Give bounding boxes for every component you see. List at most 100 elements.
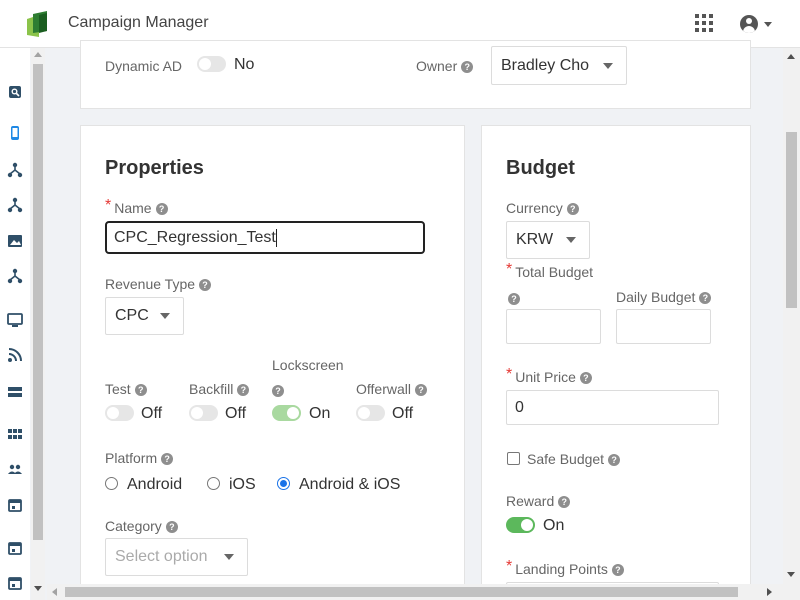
calendar-icon[interactable] — [7, 575, 23, 591]
help-icon[interactable]: ? — [161, 453, 174, 465]
properties-heading: Properties — [105, 157, 204, 179]
test-toggle[interactable] — [105, 405, 134, 421]
required-marker: * — [506, 366, 513, 383]
revenue-type-label: Revenue Type? — [105, 276, 212, 292]
lockscreen-value: On — [309, 405, 331, 422]
owner-label: Owner? — [416, 58, 474, 74]
help-icon[interactable]: ? — [608, 454, 621, 466]
name-input[interactable]: CPC_Regression_Test — [105, 221, 425, 254]
sidebar-scrollbar[interactable] — [31, 48, 45, 600]
budget-heading: Budget — [506, 157, 575, 179]
chevron-down-icon — [566, 237, 576, 243]
help-icon[interactable]: ? — [461, 61, 474, 73]
total-budget-input[interactable] — [506, 309, 601, 344]
image-icon[interactable] — [7, 233, 23, 249]
lockscreen-label: Lockscreen — [272, 357, 344, 373]
offerwall-label: Offerwall? — [356, 381, 427, 397]
help-icon[interactable]: ? — [237, 384, 250, 396]
chevron-down-icon — [160, 313, 170, 319]
search-icon[interactable] — [7, 84, 23, 100]
calendar-icon[interactable] — [7, 540, 23, 556]
scroll-up-arrow-icon[interactable] — [787, 54, 795, 59]
help-icon[interactable]: ? — [414, 384, 427, 396]
currency-label: Currency? — [506, 200, 579, 216]
dynamic-ad-label: Dynamic AD — [105, 58, 183, 74]
rss-icon[interactable] — [7, 347, 23, 363]
dynamic-ad-value: No — [234, 56, 255, 73]
category-select[interactable]: Select option — [105, 538, 248, 576]
unit-price-input[interactable]: 0 — [506, 390, 719, 425]
platform-ios-label: iOS — [229, 476, 256, 493]
scroll-down-arrow-icon[interactable] — [787, 572, 795, 577]
scrollbar-thumb[interactable] — [786, 132, 797, 308]
page-vertical-scrollbar[interactable] — [783, 48, 800, 584]
page-horizontal-scrollbar[interactable] — [47, 584, 800, 600]
test-label: Test? — [105, 381, 147, 397]
general-card: Dynamic AD No Owner? Bradley Cho — [80, 40, 751, 109]
revenue-type-value: CPC — [115, 307, 149, 324]
chevron-down-icon — [224, 554, 234, 560]
apps-grid-icon[interactable] — [695, 14, 713, 32]
sitemap-icon[interactable] — [7, 268, 23, 284]
category-label: Category? — [105, 518, 178, 534]
reward-toggle[interactable] — [506, 517, 535, 533]
offerwall-toggle[interactable] — [356, 405, 385, 421]
user-menu-button[interactable] — [740, 13, 772, 35]
properties-card: Properties * Name? CPC_Regression_Test Re… — [80, 125, 465, 595]
scroll-right-arrow-icon[interactable] — [767, 588, 772, 596]
users-icon[interactable] — [7, 461, 23, 477]
offerwall-value: Off — [392, 405, 414, 422]
reward-label: Reward? — [506, 493, 571, 509]
landing-points-label: * Landing Points? — [506, 558, 624, 579]
help-icon[interactable]: ? — [272, 385, 284, 397]
help-icon[interactable]: ? — [579, 372, 592, 384]
scrollbar-thumb[interactable] — [33, 64, 43, 540]
user-avatar-icon — [740, 15, 758, 33]
help-icon[interactable]: ? — [611, 564, 624, 576]
calendar-icon[interactable] — [7, 497, 23, 513]
category-placeholder: Select option — [115, 548, 208, 565]
reward-value: On — [543, 517, 565, 534]
help-icon[interactable]: ? — [566, 203, 579, 215]
help-icon[interactable]: ? — [155, 203, 168, 215]
daily-budget-input[interactable] — [616, 309, 711, 344]
chevron-down-icon — [603, 62, 613, 69]
name-input-value: CPC_Regression_Test — [114, 228, 276, 246]
platform-android-ios-radio[interactable] — [277, 477, 290, 490]
help-icon[interactable]: ? — [134, 384, 147, 396]
scroll-up-arrow-icon[interactable] — [34, 52, 42, 57]
grid-icon[interactable] — [7, 426, 23, 442]
safe-budget-label: Safe Budget? — [527, 451, 621, 467]
platform-android-radio[interactable] — [105, 477, 118, 490]
total-budget-label: * Total Budget — [506, 261, 594, 280]
name-label: * Name? — [105, 197, 168, 218]
sitemap-icon[interactable] — [7, 162, 23, 178]
monitor-icon[interactable] — [7, 312, 23, 328]
help-icon[interactable]: ? — [558, 496, 571, 508]
help-icon[interactable]: ? — [165, 521, 178, 533]
chevron-down-icon — [764, 21, 772, 27]
scroll-left-arrow-icon[interactable] — [52, 588, 57, 596]
sitemap-icon[interactable] — [7, 197, 23, 213]
platform-android-label: Android — [127, 476, 183, 493]
scroll-down-arrow-icon[interactable] — [34, 586, 42, 591]
lockscreen-toggle[interactable] — [272, 405, 301, 421]
help-icon[interactable]: ? — [508, 293, 520, 305]
revenue-type-select[interactable]: CPC — [105, 297, 184, 335]
mobile-icon[interactable] — [7, 125, 23, 141]
dynamic-ad-toggle[interactable] — [197, 56, 226, 72]
platform-ios-radio[interactable] — [207, 477, 220, 490]
required-marker: * — [506, 261, 513, 278]
scrollbar-thumb[interactable] — [65, 587, 738, 597]
currency-select[interactable]: KRW — [506, 221, 590, 259]
app-logo-icon[interactable] — [25, 9, 55, 39]
unit-price-value: 0 — [515, 398, 524, 416]
help-icon[interactable]: ? — [199, 279, 212, 291]
safe-budget-checkbox[interactable] — [507, 452, 520, 465]
owner-select[interactable]: Bradley Cho — [491, 46, 627, 85]
backfill-toggle[interactable] — [189, 405, 218, 421]
storage-icon[interactable] — [7, 384, 23, 400]
help-icon[interactable]: ? — [699, 292, 712, 304]
backfill-label: Backfill? — [189, 381, 250, 397]
platform-android-ios-label: Android & iOS — [299, 476, 401, 493]
